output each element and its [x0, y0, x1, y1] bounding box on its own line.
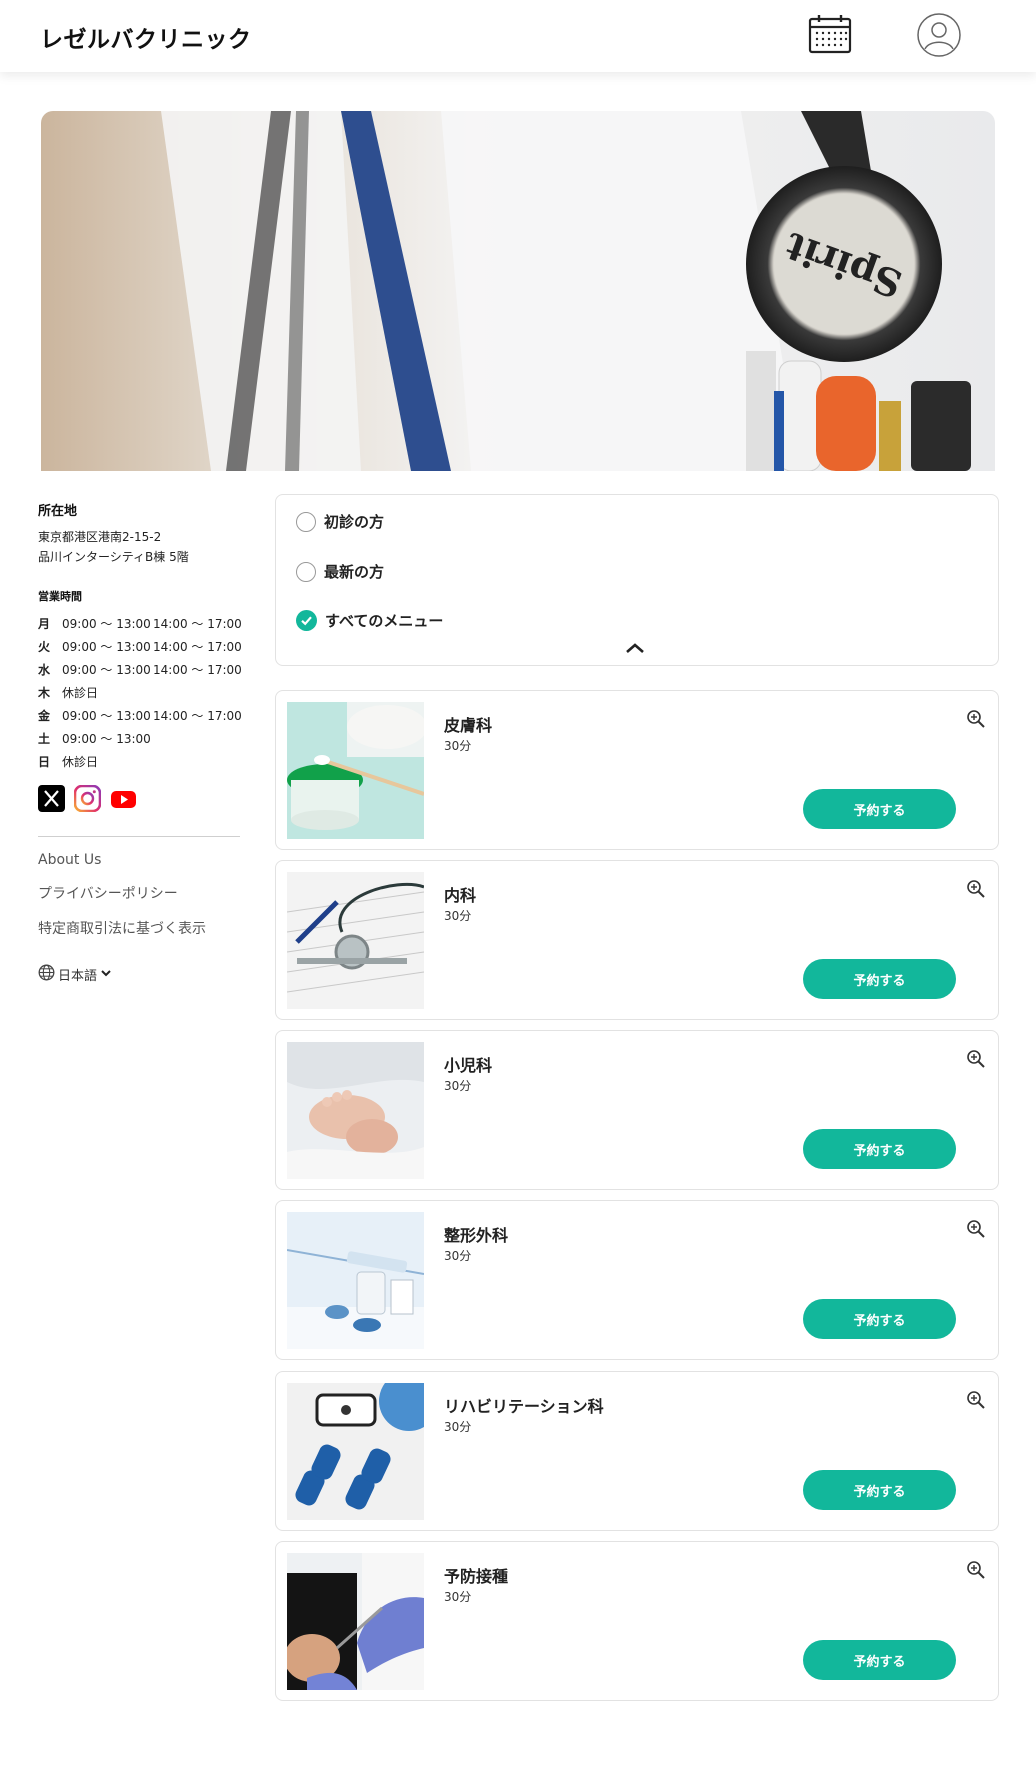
chevron-up-icon[interactable]	[624, 640, 646, 654]
privacy-policy-link[interactable]: プライバシーポリシー	[38, 883, 243, 903]
zoom-in-icon[interactable]	[966, 1390, 986, 1410]
radio-unchecked-icon	[296, 511, 316, 532]
language-selector[interactable]: 日本語	[38, 964, 243, 985]
book-button[interactable]: 予約する	[803, 1129, 956, 1169]
menu-thumbnail	[287, 1042, 424, 1179]
day-label: 水	[38, 663, 51, 677]
hours-row: 土 09:00 〜 13:00	[38, 727, 243, 750]
menu-thumbnail	[287, 872, 424, 1009]
instagram-icon[interactable]	[73, 784, 102, 813]
youtube-icon[interactable]	[110, 785, 137, 812]
hero-image: Spirit	[41, 111, 995, 471]
top-bar: レゼルバクリニック	[0, 0, 1036, 72]
book-button[interactable]: 予約する	[803, 959, 956, 999]
chevron-down-icon	[100, 967, 112, 983]
menu-card[interactable]: 皮膚科 30分 予約する	[275, 690, 999, 850]
menu-duration: 30分	[444, 1590, 472, 1604]
filter-all-menus[interactable]: すべてのメニュー	[296, 610, 443, 631]
calendar-icon[interactable]	[808, 13, 854, 55]
day-label: 月	[38, 617, 51, 631]
globe-icon	[38, 964, 55, 985]
hours-row: 水 09:00 〜 13:00 14:00 〜 17:00	[38, 658, 243, 681]
location-title: 所在地	[38, 504, 78, 519]
zoom-in-icon[interactable]	[966, 1219, 986, 1239]
menu-duration: 30分	[444, 909, 472, 923]
menu-duration: 30分	[444, 1420, 472, 1434]
pm-hours: 14:00 〜 17:00	[153, 617, 242, 631]
menu-name: 皮膚科	[444, 716, 493, 735]
day-label: 金	[38, 709, 51, 723]
menu-card[interactable]: リハビリテーション科 30分 予約する	[275, 1371, 999, 1531]
day-label: 土	[38, 732, 51, 746]
menu-card[interactable]: 予防接種 30分 予約する	[275, 1541, 999, 1701]
language-label: 日本語	[58, 969, 98, 984]
filter-first-visit[interactable]: 初診の方	[296, 511, 384, 532]
book-button[interactable]: 予約する	[803, 1299, 956, 1339]
zoom-in-icon[interactable]	[966, 1560, 986, 1580]
menu-name: リハビリテーション科	[444, 1397, 604, 1416]
hours-row: 火 09:00 〜 13:00 14:00 〜 17:00	[38, 635, 243, 658]
menu-name: 内科	[444, 886, 477, 905]
hours-table: 月 09:00 〜 13:00 14:00 〜 17:00 火 09:00 〜 13:…	[38, 612, 243, 773]
hours-row: 月 09:00 〜 13:00 14:00 〜 17:00	[38, 612, 243, 635]
zoom-in-icon[interactable]	[966, 879, 986, 899]
clinic-name[interactable]: レゼルバクリニック	[40, 20, 252, 54]
menu-card[interactable]: 内科 30分 予約する	[275, 860, 999, 1020]
check-circle-icon	[296, 610, 317, 631]
pm-hours: 14:00 〜 17:00	[153, 663, 242, 677]
am-hours: 休診日	[62, 755, 99, 769]
pm-hours: 14:00 〜 17:00	[153, 640, 242, 654]
menu-thumbnail	[287, 1212, 424, 1349]
x-icon[interactable]	[38, 785, 65, 812]
hours-row: 金 09:00 〜 13:00 14:00 〜 17:00	[38, 704, 243, 727]
zoom-in-icon[interactable]	[966, 1049, 986, 1069]
day-label: 火	[38, 640, 51, 654]
menu-name: 小児科	[444, 1056, 493, 1075]
menu-duration: 30分	[444, 1079, 472, 1093]
book-button[interactable]: 予約する	[803, 1470, 956, 1510]
user-icon[interactable]	[916, 12, 962, 58]
filter-label: 最新の方	[324, 563, 385, 581]
book-button[interactable]: 予約する	[803, 1640, 956, 1680]
am-hours: 09:00 〜 13:00	[62, 732, 151, 746]
hours-title: 営業時間	[38, 590, 82, 603]
menu-card[interactable]: 小児科 30分 予約する	[275, 1030, 999, 1190]
day-label: 木	[38, 686, 51, 700]
about-us-link[interactable]: About Us	[38, 852, 243, 868]
book-button[interactable]: 予約する	[803, 789, 956, 829]
am-hours: 09:00 〜 13:00	[62, 617, 151, 631]
social-links	[38, 784, 243, 813]
divider	[38, 836, 240, 837]
address-line-2: 品川インターシティB棟 5階	[38, 550, 189, 564]
am-hours: 09:00 〜 13:00	[62, 709, 151, 723]
am-hours: 09:00 〜 13:00	[62, 640, 151, 654]
menu-filter: 初診の方 最新の方 すべてのメニュー	[275, 494, 999, 666]
tokusho-link[interactable]: 特定商取引法に基づく表示	[38, 918, 243, 938]
menu-card[interactable]: 整形外科 30分 予約する	[275, 1200, 999, 1360]
hours-row: 木休診日	[38, 681, 243, 704]
menu-name: 整形外科	[444, 1226, 509, 1245]
menu-thumbnail	[287, 1553, 424, 1690]
filter-label: すべてのメニュー	[325, 612, 444, 630]
filter-label: 初診の方	[324, 513, 385, 531]
am-hours: 休診日	[62, 686, 99, 700]
zoom-in-icon[interactable]	[966, 709, 986, 729]
day-label: 日	[38, 755, 51, 769]
menu-thumbnail	[287, 1383, 424, 1520]
address-line-1: 東京都港区港南2-15-2	[38, 530, 162, 544]
filter-latest[interactable]: 最新の方	[296, 561, 384, 582]
menu-thumbnail	[287, 702, 424, 839]
radio-unchecked-icon	[296, 561, 316, 582]
menu-name: 予防接種	[444, 1567, 509, 1586]
pm-hours: 14:00 〜 17:00	[153, 709, 242, 723]
hours-row: 日休診日	[38, 750, 243, 773]
menu-duration: 30分	[444, 739, 472, 753]
am-hours: 09:00 〜 13:00	[62, 663, 151, 677]
menu-duration: 30分	[444, 1249, 472, 1263]
clinic-info: 所在地 東京都港区港南2-15-2 品川インターシティB棟 5階 営業時間 月0…	[38, 500, 243, 985]
